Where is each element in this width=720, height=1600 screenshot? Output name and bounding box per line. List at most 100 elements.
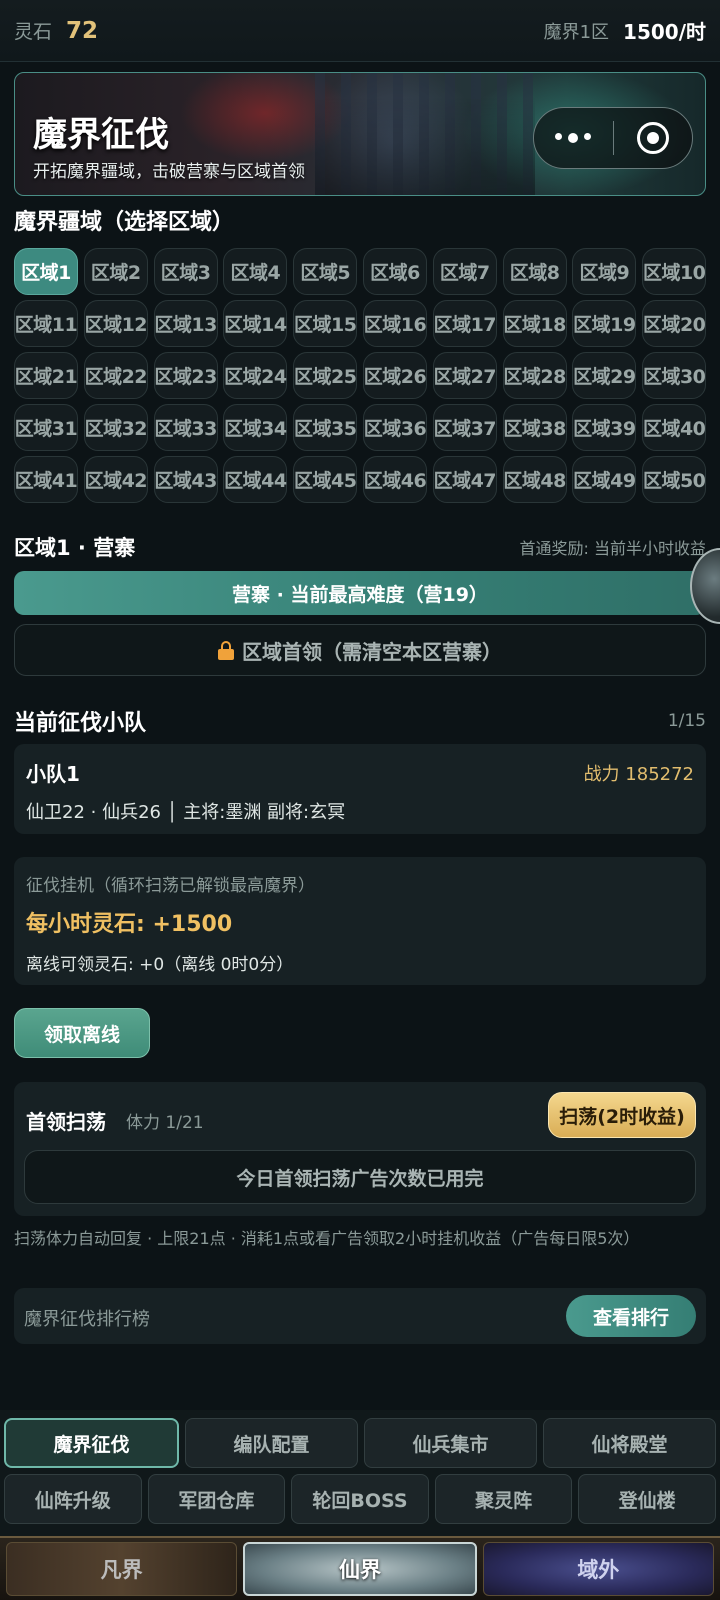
region-button[interactable]: 区域13: [153, 300, 218, 347]
function-tabs: 魔界征伐 编队配置 仙兵集市 仙将殿堂 仙阵升级 军团仓库 轮回BOSS 聚灵阵 登仙楼: [0, 1410, 720, 1540]
region-button[interactable]: 区域49: [572, 456, 637, 503]
region-button[interactable]: 区域9: [572, 248, 637, 295]
region-button[interactable]: 区域30: [642, 352, 707, 399]
region-button[interactable]: 区域47: [432, 456, 497, 503]
region-button[interactable]: 区域32: [83, 404, 148, 451]
more-button[interactable]: [534, 108, 613, 168]
function-tab[interactable]: 编队配置: [185, 1418, 358, 1468]
stamina-value: 体力 1/21: [126, 1113, 204, 1133]
squad-header: 当前征伐小队 1/15: [14, 705, 706, 737]
function-tab[interactable]: 聚灵阵: [434, 1474, 573, 1524]
squad-card[interactable]: 小队1 战力 185272 仙卫22 · 仙兵26 │ 主将:墨渊 副将:玄冥: [14, 744, 706, 834]
function-tab[interactable]: 仙阵升级: [4, 1474, 142, 1524]
status-bar: 灵石 72 魔界1区 1500/时: [0, 0, 720, 62]
region-button[interactable]: 区域25: [293, 352, 358, 399]
region-button[interactable]: 区域28: [502, 352, 567, 399]
income-rate: 1500/时: [623, 20, 706, 44]
page-title: 魔界征伐: [33, 115, 169, 155]
region-button[interactable]: 区域36: [362, 404, 427, 451]
region-button[interactable]: 区域27: [432, 352, 497, 399]
region-button[interactable]: 区域20: [642, 300, 707, 347]
region-button[interactable]: 区域14: [223, 300, 288, 347]
boss-sweep-title: 首领扫荡: [26, 1110, 106, 1134]
squad-section-title: 当前征伐小队: [14, 711, 147, 736]
function-tabs-row-1: 魔界征伐 编队配置 仙兵集市 仙将殿堂: [4, 1418, 716, 1468]
region-button[interactable]: 区域21: [14, 352, 78, 399]
region-button[interactable]: 区域4: [223, 248, 288, 295]
region-button[interactable]: 区域18: [502, 300, 567, 347]
region-button[interactable]: 区域24: [223, 352, 288, 399]
region-button[interactable]: 区域31: [14, 404, 78, 451]
function-tab[interactable]: 军团仓库: [147, 1474, 286, 1524]
region-button[interactable]: 区域2: [83, 248, 148, 295]
more-dots-icon: [555, 133, 592, 143]
world-tab[interactable]: 域外: [482, 1542, 714, 1596]
ranking-card: 魔界征伐排行榜 查看排行: [14, 1288, 706, 1344]
region-button[interactable]: 区域39: [572, 404, 637, 451]
camp-title: 区域1 · 营寨: [14, 536, 136, 560]
target-icon: [636, 122, 669, 154]
squad-name: 小队1: [26, 762, 80, 786]
region-button[interactable]: 区域22: [83, 352, 148, 399]
region-button[interactable]: 区域11: [14, 300, 78, 347]
region-button[interactable]: 区域15: [293, 300, 358, 347]
region-button[interactable]: 区域1: [14, 248, 78, 295]
region-button[interactable]: 区域8: [502, 248, 567, 295]
claim-offline-button[interactable]: 领取离线: [14, 1008, 150, 1058]
afk-hourly-rate: 每小时灵石: +1500: [26, 912, 233, 937]
server-name: 魔界1区: [543, 21, 610, 43]
boss-sweep-card: 首领扫荡 体力 1/21 扫荡(2时收益) 今日首领扫荡广告次数已用完: [14, 1082, 706, 1216]
region-button[interactable]: 区域35: [293, 404, 358, 451]
region-button[interactable]: 区域5: [293, 248, 358, 295]
ad-used-notice[interactable]: 今日首领扫荡广告次数已用完: [24, 1150, 696, 1204]
region-button[interactable]: 区域12: [83, 300, 148, 347]
function-tab[interactable]: 仙兵集市: [364, 1418, 537, 1468]
region-button[interactable]: 区域50: [642, 456, 707, 503]
region-button[interactable]: 区域10: [642, 248, 707, 295]
region-button[interactable]: 区域23: [153, 352, 218, 399]
view-ranking-button[interactable]: 查看排行: [566, 1295, 696, 1337]
region-button[interactable]: 区域46: [362, 456, 427, 503]
region-button[interactable]: 区域7: [432, 248, 497, 295]
region-button[interactable]: 区域48: [502, 456, 567, 503]
squad-detail: 仙卫22 · 仙兵26 │ 主将:墨渊 副将:玄冥: [26, 802, 346, 823]
region-button[interactable]: 区域43: [153, 456, 218, 503]
region-boss-button[interactable]: 区域首领（需清空本区营寨）: [14, 624, 706, 676]
region-button[interactable]: 区域34: [223, 404, 288, 451]
region-button[interactable]: 区域19: [572, 300, 637, 347]
ranking-label: 魔界征伐排行榜: [24, 1309, 150, 1330]
stone-label: 灵石: [14, 21, 53, 43]
world-tab[interactable]: 凡界: [6, 1542, 238, 1596]
afk-title: 征伐挂机（循环扫荡已解锁最高魔界）: [26, 876, 315, 896]
close-miniprogram-button[interactable]: [614, 108, 693, 168]
page-banner: 魔界征伐 开拓魔界疆域，击破营寨与区域首领: [14, 72, 706, 196]
region-button[interactable]: 区域44: [223, 456, 288, 503]
lock-icon: [218, 641, 234, 660]
sweep-button[interactable]: 扫荡(2时收益): [548, 1092, 696, 1138]
region-button[interactable]: 区域33: [153, 404, 218, 451]
region-boss-label: 区域首领（需清空本区营寨）: [242, 639, 502, 664]
region-button[interactable]: 区域16: [362, 300, 427, 347]
camp-button[interactable]: 营寨 · 当前最高难度（营19）: [14, 571, 706, 615]
afk-offline-reward: 离线可领灵石: +0（离线 0时0分）: [26, 955, 294, 975]
region-button[interactable]: 区域40: [642, 404, 707, 451]
function-tab[interactable]: 魔界征伐: [4, 1418, 179, 1468]
region-button[interactable]: 区域3: [153, 248, 218, 295]
region-button[interactable]: 区域38: [502, 404, 567, 451]
afk-card: 征伐挂机（循环扫荡已解锁最高魔界） 每小时灵石: +1500 离线可领灵石: +…: [14, 857, 706, 985]
region-button[interactable]: 区域29: [572, 352, 637, 399]
squad-power: 战力 185272: [583, 764, 694, 785]
stamina-note: 扫荡体力自动回复 · 上限21点 · 消耗1点或看广告领取2小时挂机收益（广告每…: [14, 1229, 640, 1248]
region-button[interactable]: 区域37: [432, 404, 497, 451]
region-button[interactable]: 区域17: [432, 300, 497, 347]
region-button[interactable]: 区域26: [362, 352, 427, 399]
world-tab[interactable]: 仙界: [243, 1542, 477, 1596]
function-tab[interactable]: 仙将殿堂: [543, 1418, 716, 1468]
region-button[interactable]: 区域6: [362, 248, 427, 295]
function-tab[interactable]: 轮回BOSS: [291, 1474, 429, 1524]
status-right: 魔界1区 1500/时: [544, 16, 706, 45]
region-button[interactable]: 区域42: [83, 456, 148, 503]
region-button[interactable]: 区域45: [293, 456, 358, 503]
function-tab[interactable]: 登仙楼: [578, 1474, 716, 1524]
region-button[interactable]: 区域41: [14, 456, 78, 503]
